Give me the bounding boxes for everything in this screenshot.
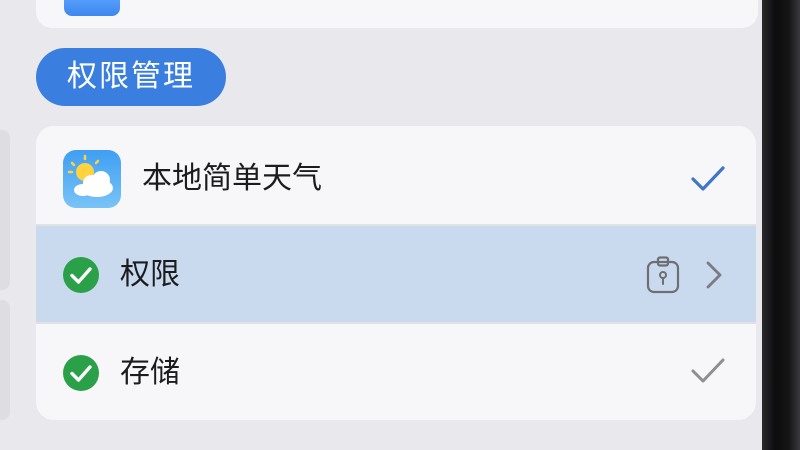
permission-list: 本地简单天气 权限 存储 [36,126,756,420]
section-title: 权限管理 [36,48,226,106]
checkmark-icon [691,166,725,191]
list-item-permissions[interactable]: 权限 [36,226,756,324]
previous-card [36,0,758,28]
left-edge-panel [0,130,10,290]
checkmark-icon [691,358,725,383]
green-check-circle-icon [63,355,99,391]
list-item-storage[interactable]: 存储 [36,324,756,420]
settings-screen: 权限管理 本地简单天气 权限 存储 [0,0,762,450]
app-icon-partial [64,0,120,16]
green-check-circle-icon [63,257,99,293]
app-name: 本地简单天气 [142,161,322,196]
list-item-label: 存储 [120,355,180,390]
weather-app-icon [63,150,121,208]
list-item-label: 权限 [120,257,180,292]
app-row[interactable]: 本地简单天气 [36,126,756,224]
device-bezel [762,0,800,450]
left-edge-panel [0,300,10,420]
lock-badge-icon [646,256,680,294]
chevron-right-icon[interactable] [704,260,724,290]
